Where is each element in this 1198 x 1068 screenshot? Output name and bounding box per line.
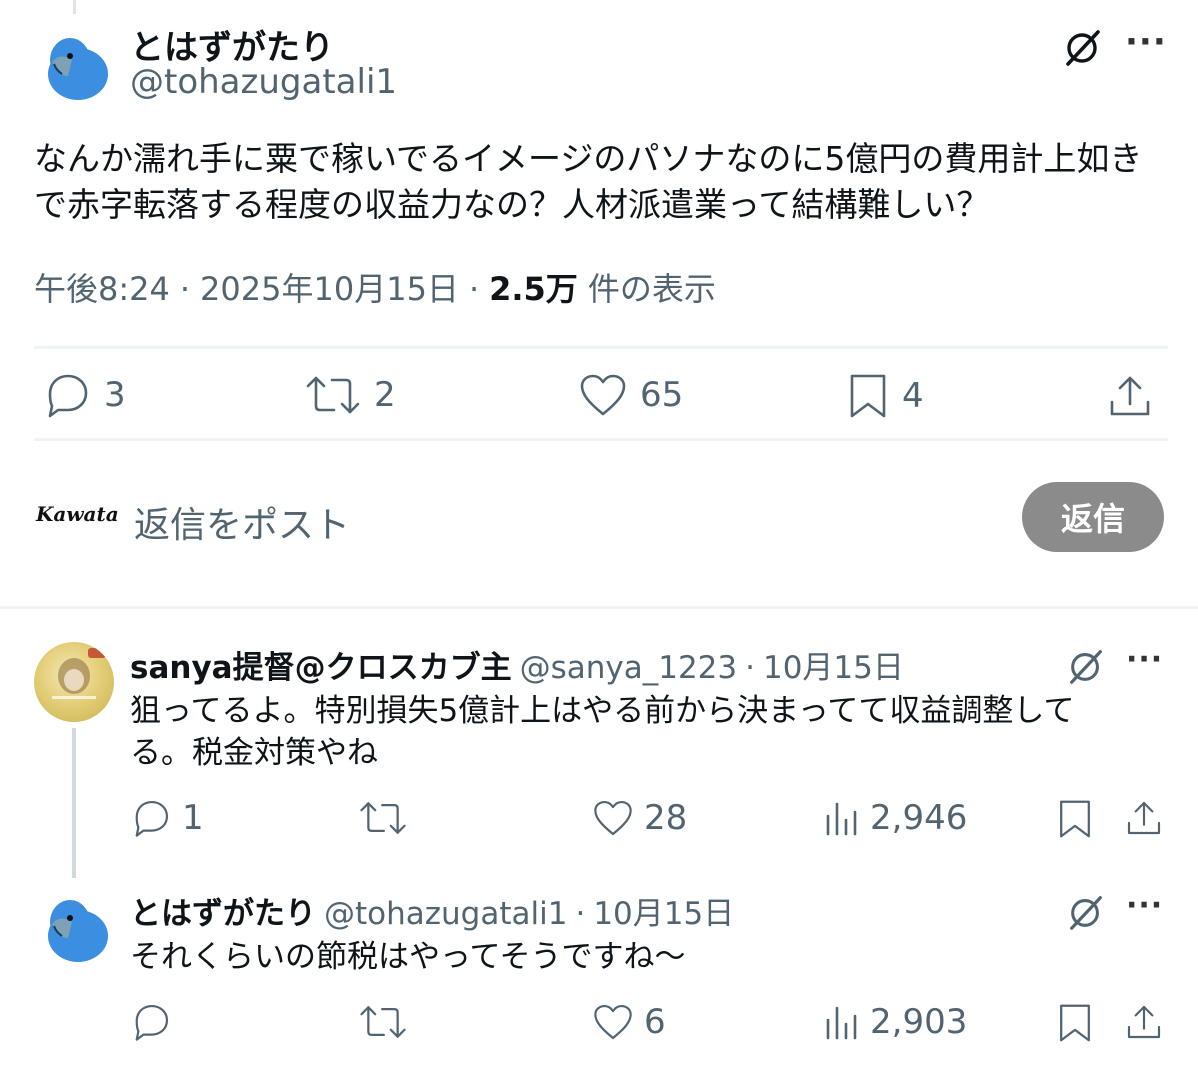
reply-author-name[interactable]: とはずがたり: [130, 888, 316, 933]
share-icon: [1127, 1005, 1161, 1039]
divider: [34, 438, 1168, 441]
like-count: 65: [640, 375, 684, 415]
parrot-avatar-icon: [40, 30, 112, 102]
retweet-icon: [306, 376, 360, 414]
views-label: 件の表示: [587, 270, 716, 308]
reply-text-line-1: それくらいの節税はやってそうですね〜: [130, 939, 686, 975]
like-button[interactable]: 65: [578, 372, 683, 418]
like-button[interactable]: 28: [592, 798, 687, 838]
bookmark-button[interactable]: [1056, 798, 1094, 840]
like-count: 6: [644, 1002, 666, 1042]
user-avatar[interactable]: Kawata: [36, 502, 119, 542]
grok-button[interactable]: [1060, 24, 1106, 70]
grok-button[interactable]: [1064, 644, 1108, 688]
reply-header: sanya提督@クロスカブ主 @sanya_1223 · 10月15日: [130, 642, 904, 687]
share-icon: [1110, 376, 1150, 416]
share-button[interactable]: [1124, 1002, 1164, 1042]
reply-author-handle[interactable]: @sanya_1223: [520, 650, 738, 686]
reply-text: 狙ってるよ。特別損失5億計上はやる前から決まってて収益調整して る。税金対策やね: [130, 690, 1074, 774]
tweet-text-line-1: なんか濡れ手に粟で稼いでるイメージのパソナなのに5億円の費用計上如き: [34, 139, 1143, 178]
bookmark-icon: [1060, 800, 1090, 838]
author-handle[interactable]: @tohazugatali1: [130, 62, 397, 102]
thread-connector-top: [73, 0, 76, 14]
reply-submit-button[interactable]: 返信: [1022, 482, 1164, 552]
meta-separator: ·: [179, 270, 191, 308]
retweet-count: 2: [374, 375, 396, 415]
like-icon: [594, 1004, 632, 1040]
reply-header: とはずがたり @tohazugatali1 · 10月15日: [130, 888, 734, 933]
like-icon: [594, 800, 632, 836]
reply-author-avatar[interactable]: [40, 892, 112, 964]
more-icon: ···: [1126, 888, 1164, 923]
parrot-avatar-icon: [40, 892, 112, 964]
grok-button[interactable]: [1064, 890, 1108, 934]
bookmark-icon: [850, 374, 886, 418]
reply-icon: [48, 374, 88, 418]
reply-date[interactable]: 10月15日: [763, 642, 904, 687]
bookmark-icon: [1060, 1004, 1090, 1042]
views-count: 2.5万: [489, 270, 578, 308]
retweet-button[interactable]: [358, 798, 418, 838]
tweet-text: なんか濡れ手に粟で稼いでるイメージのパソナなのに5億円の費用計上如き で赤字転落…: [34, 136, 1142, 228]
profile-photo-icon: [52, 648, 106, 699]
tweet-date[interactable]: 2025年10月15日: [200, 264, 459, 310]
more-button[interactable]: ···: [1125, 22, 1167, 62]
grok-icon: [1066, 30, 1100, 66]
meta-separator: ·: [745, 650, 755, 686]
grok-icon: [1070, 650, 1102, 684]
meta-separator: ·: [468, 270, 480, 308]
reply-button[interactable]: 1: [130, 798, 204, 838]
like-count: 28: [644, 798, 688, 838]
views-count: 2,903: [870, 1002, 968, 1042]
bookmark-count: 4: [902, 376, 924, 416]
reply-text: それくらいの節税はやってそうですね〜: [130, 936, 686, 978]
reply-button[interactable]: [130, 1002, 182, 1042]
thread-connector: [72, 728, 76, 878]
views-icon: [826, 802, 857, 836]
grok-icon: [1070, 896, 1102, 930]
share-button[interactable]: [1106, 372, 1154, 420]
views-icon: [826, 1006, 857, 1040]
views-count: 2,946: [870, 798, 968, 838]
more-button[interactable]: ···: [1126, 888, 1163, 923]
reply-author-handle[interactable]: @tohazugatali1: [324, 896, 567, 932]
tweet-meta: 午後8:24 · 2025年10月15日 · 2.5万 件の表示: [34, 264, 716, 310]
reply-text-line-1: 狙ってるよ。特別損失5億計上はやる前から決まってて収益調整して: [130, 693, 1075, 729]
reply-button[interactable]: 3: [42, 372, 126, 418]
divider: [34, 346, 1168, 349]
more-button[interactable]: ···: [1126, 642, 1163, 677]
like-button[interactable]: 6: [592, 1002, 666, 1042]
retweet-button[interactable]: [358, 1002, 418, 1042]
more-icon: ···: [1126, 642, 1164, 677]
reply-count: 1: [182, 798, 204, 838]
author-avatar[interactable]: [40, 30, 112, 102]
reply-icon: [135, 800, 169, 837]
share-button[interactable]: [1124, 798, 1164, 838]
views-button[interactable]: 2,903: [824, 1002, 967, 1042]
reply-date[interactable]: 10月15日: [593, 888, 734, 933]
tweet-text-line-2: で赤字転落する程度の収益力なの？人材派遣業って結構難しい？: [34, 185, 990, 224]
reply-count: 3: [104, 375, 126, 415]
retweet-button[interactable]: 2: [304, 372, 396, 418]
tweet-time[interactable]: 午後8:24: [34, 264, 170, 310]
more-icon: ···: [1125, 22, 1167, 62]
views-button[interactable]: 2,946: [824, 798, 967, 838]
reply-author-name[interactable]: sanya提督@クロスカブ主: [130, 642, 512, 687]
reply-input[interactable]: 返信をポスト: [134, 496, 350, 548]
reply-text-line-2: る。税金対策やね: [130, 735, 378, 771]
bookmark-button[interactable]: 4: [846, 372, 924, 420]
like-icon: [580, 374, 626, 416]
retweet-icon: [360, 1006, 406, 1038]
reply-author-avatar[interactable]: [34, 642, 114, 722]
reply-icon: [135, 1004, 169, 1041]
meta-separator: ·: [575, 896, 586, 932]
bookmark-button[interactable]: [1056, 1002, 1094, 1044]
retweet-icon: [360, 802, 406, 834]
divider: [0, 606, 1198, 609]
share-icon: [1127, 801, 1161, 835]
